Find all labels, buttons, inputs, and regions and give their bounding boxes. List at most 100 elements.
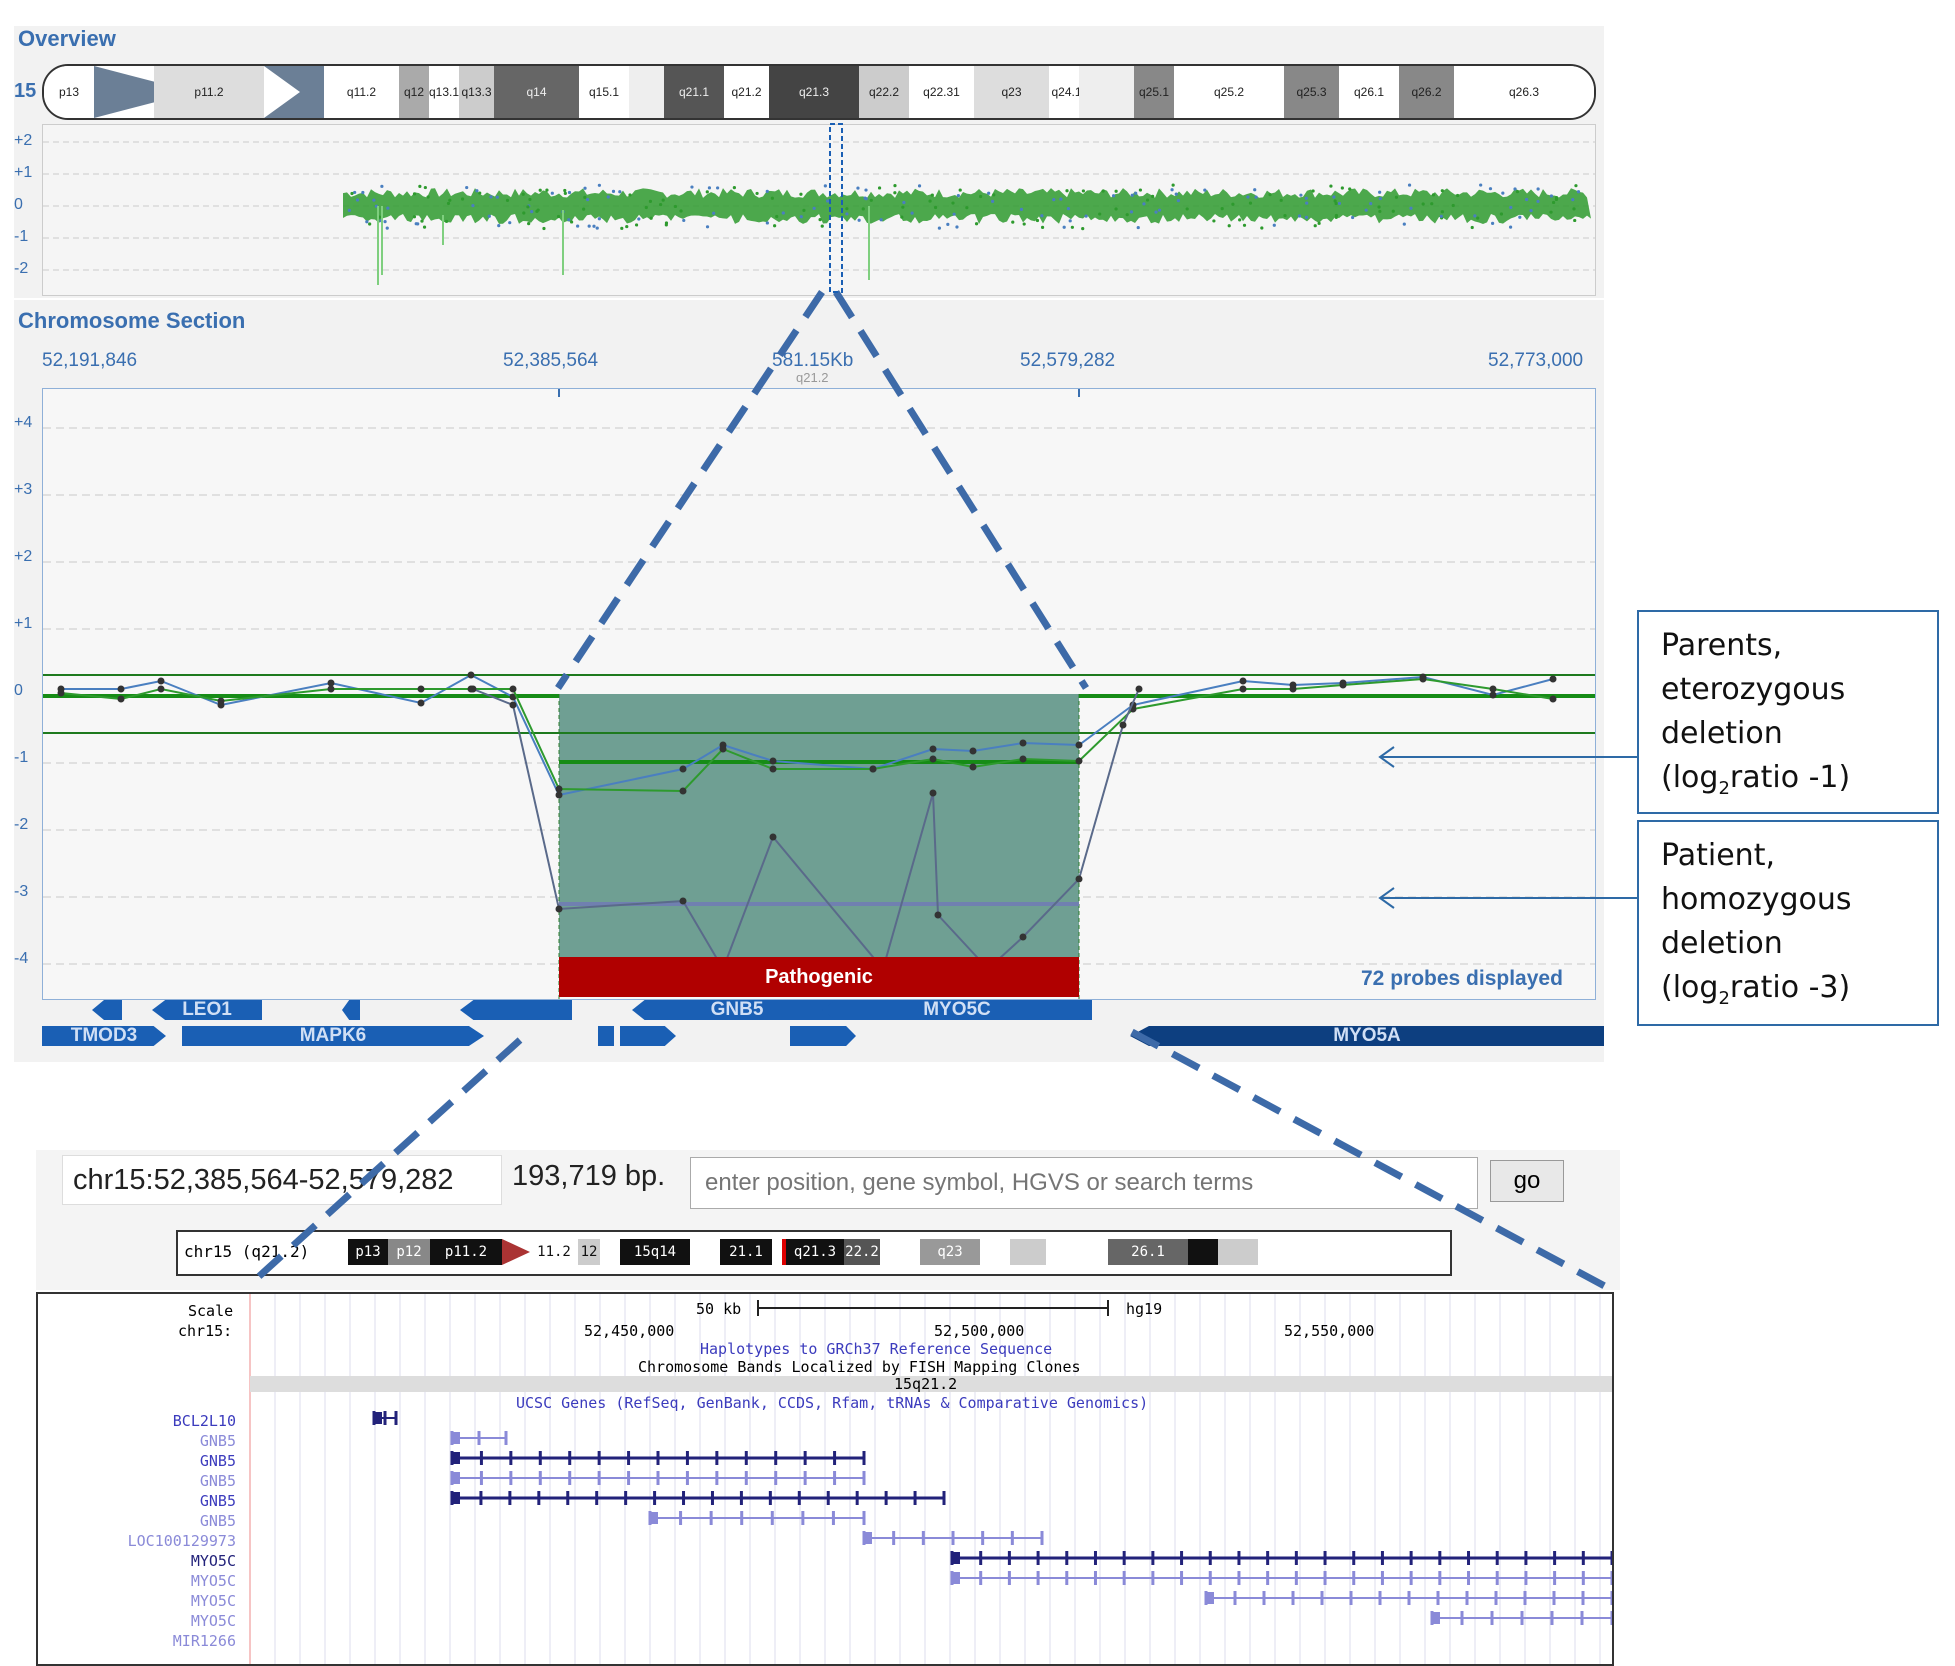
ideogram-band[interactable]: q13.1 xyxy=(429,66,459,118)
gene-track-label[interactable]: BCL2L10 xyxy=(38,1412,236,1430)
ideogram-band[interactable]: q13.3 xyxy=(459,66,494,118)
ideogram-band[interactable] xyxy=(264,66,324,118)
gene-exon xyxy=(1407,1591,1411,1605)
probe-point xyxy=(1489,685,1497,693)
overview-probe-point xyxy=(1052,197,1056,202)
go-button[interactable]: go xyxy=(1490,1160,1564,1202)
gene-track-label[interactable]: GNB5 xyxy=(38,1432,236,1450)
overview-probe-point xyxy=(576,224,580,228)
overview-probe-point xyxy=(864,197,868,201)
ucsc-ideogram-band[interactable]: q21.3 xyxy=(786,1239,844,1265)
ucsc-ideogram-band[interactable]: 11.2 xyxy=(530,1239,578,1265)
gene-track-label[interactable]: LOC100129973 xyxy=(38,1532,236,1550)
ideogram-band[interactable]: p11.2 xyxy=(154,66,264,118)
search-input[interactable] xyxy=(690,1157,1478,1209)
gene-segment[interactable] xyxy=(620,1026,676,1046)
ucsc-ideogram-band[interactable] xyxy=(1258,1239,1438,1265)
gene-exon xyxy=(744,1451,748,1465)
ucsc-ideogram-band[interactable] xyxy=(600,1239,620,1265)
ucsc-ideogram-band[interactable]: p11.2 xyxy=(430,1239,502,1265)
gene-leo1[interactable]: LEO1 xyxy=(152,1000,262,1020)
overview-probe-point xyxy=(556,214,561,219)
overview-probe-point xyxy=(799,215,803,219)
ideogram-band[interactable]: q12 xyxy=(399,66,429,118)
gene-segment[interactable] xyxy=(460,1000,572,1020)
ideogram-band[interactable]: q25.1 xyxy=(1134,66,1174,118)
ideogram-band[interactable]: q26.2 xyxy=(1399,66,1454,118)
ideogram-band[interactable]: p13 xyxy=(44,66,94,118)
ucsc-ideogram-band[interactable]: 12 xyxy=(578,1239,600,1265)
overview-ideogram[interactable]: p13 p11.2 q11.2 q12 q13.1 q13.3 q14 q15.1 q21.1 q… xyxy=(42,64,1596,120)
gene-exon xyxy=(1010,1531,1014,1545)
gene-segment[interactable] xyxy=(790,1026,856,1046)
ucsc-ideogram-band[interactable] xyxy=(1046,1239,1108,1265)
gene-track-label[interactable]: MIR1266 xyxy=(38,1632,236,1650)
ucsc-ideogram-band[interactable] xyxy=(502,1239,530,1265)
gene-track-label[interactable]: MYO5C xyxy=(38,1592,236,1610)
ideogram-band[interactable]: q21.1 xyxy=(664,66,724,118)
track-fish-bands[interactable]: Chromosome Bands Localized by FISH Mappi… xyxy=(638,1358,1081,1376)
ideogram-band[interactable] xyxy=(1079,66,1134,118)
ideogram-band[interactable] xyxy=(629,66,664,118)
ideogram-band[interactable]: q21.2 xyxy=(724,66,769,118)
ideogram-band[interactable]: q21.3 xyxy=(769,66,859,118)
ucsc-ideogram-band[interactable]: 21.1 xyxy=(720,1239,772,1265)
gene-track-label[interactable]: MYO5C xyxy=(38,1552,236,1570)
ucsc-ideogram-band[interactable] xyxy=(880,1239,920,1265)
gene-track-label[interactable]: GNB5 xyxy=(38,1472,236,1490)
overview-probe-point xyxy=(1573,218,1577,223)
overview-probe-point xyxy=(951,201,955,205)
ideogram-band[interactable]: q11.2 xyxy=(324,66,399,118)
gene-tmod3[interactable]: TMOD3 xyxy=(42,1026,166,1046)
gene-segment[interactable] xyxy=(342,1000,360,1020)
callout-parents-line1: Parents, xyxy=(1661,628,1783,663)
gene-exon xyxy=(1553,1571,1557,1585)
ideogram-band[interactable]: q22.2 xyxy=(859,66,909,118)
ucsc-ideogram-band[interactable] xyxy=(1218,1239,1258,1265)
gene-segment[interactable] xyxy=(598,1026,614,1046)
pathogenic-bar[interactable]: Pathogenic xyxy=(559,957,1079,997)
gene-exon xyxy=(913,1491,917,1505)
ucsc-ideogram-band[interactable]: p13 xyxy=(348,1239,388,1265)
gene-track-label[interactable]: MYO5C xyxy=(38,1612,236,1630)
ucsc-ideogram[interactable]: chr15 (q21.2) p13 p12 p11.2 11.2 12 15q14 21.1… xyxy=(176,1230,1452,1276)
gene-mapk6[interactable]: MAPK6 xyxy=(182,1026,484,1046)
ideogram-band[interactable]: q15.1 xyxy=(579,66,629,118)
overview-probe-point xyxy=(1176,199,1181,203)
section-ytick: -3 xyxy=(14,883,29,900)
overview-probe-point xyxy=(773,224,777,228)
gene-track-label[interactable]: GNB5 xyxy=(38,1512,236,1530)
ucsc-ideogram-band[interactable] xyxy=(1010,1239,1046,1265)
overview-probe-point xyxy=(937,226,941,230)
ucsc-ideogram-band[interactable] xyxy=(1188,1239,1218,1265)
position-box[interactable]: chr15:52,385,564-52,579,282 xyxy=(62,1155,502,1205)
gene-myo5c[interactable]: MYO5C xyxy=(822,1000,1092,1020)
gene-segment[interactable] xyxy=(92,1000,122,1020)
ucsc-ideogram-band[interactable] xyxy=(980,1239,1010,1265)
gene-myo5a[interactable]: MYO5A xyxy=(1130,1026,1604,1046)
gene-track-label[interactable]: MYO5C xyxy=(38,1572,236,1590)
gene-gnb5[interactable]: GNB5 xyxy=(632,1000,842,1020)
ucsc-ideogram-band[interactable]: 22.2 xyxy=(844,1239,880,1265)
overview-probe-point xyxy=(799,192,803,196)
ucsc-ideogram-band[interactable]: q23 xyxy=(920,1239,980,1265)
track-ucsc-genes[interactable]: UCSC Genes (RefSeq, GenBank, CCDS, Rfam,… xyxy=(516,1394,1148,1412)
track-haplotypes[interactable]: Haplotypes to GRCh37 Reference Sequence xyxy=(700,1340,1052,1358)
ideogram-band[interactable]: q25.3 xyxy=(1284,66,1339,118)
ideogram-band[interactable] xyxy=(94,66,154,118)
overview-probe-point xyxy=(385,226,389,230)
ideogram-band[interactable]: q14 xyxy=(494,66,579,118)
gene-start-block xyxy=(452,1452,460,1464)
ideogram-band[interactable]: q26.3 xyxy=(1454,66,1594,118)
ucsc-ideogram-band[interactable]: p12 xyxy=(388,1239,430,1265)
gene-track-label[interactable]: GNB5 xyxy=(38,1452,236,1470)
ideogram-band[interactable]: q22.31 xyxy=(909,66,974,118)
ideogram-band[interactable]: q23 xyxy=(974,66,1049,118)
overview-probe-point xyxy=(465,185,469,190)
ideogram-band[interactable]: q25.2 xyxy=(1174,66,1284,118)
ucsc-ideogram-band[interactable]: 26.1 xyxy=(1108,1239,1188,1265)
ucsc-ideogram-band[interactable] xyxy=(690,1239,720,1265)
gene-track-label[interactable]: GNB5 xyxy=(38,1492,236,1510)
ideogram-band[interactable]: q26.1 xyxy=(1339,66,1399,118)
ucsc-ideogram-band[interactable]: 15q14 xyxy=(620,1239,690,1265)
